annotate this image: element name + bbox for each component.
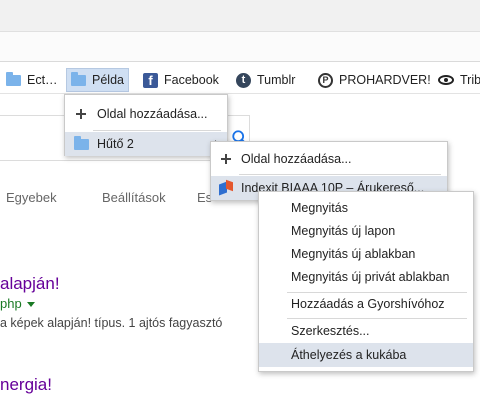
menu-item-add-page[interactable]: Oldal hozzáadása... — [65, 102, 227, 126]
bookmark-trib[interactable]: Trib — [438, 68, 480, 92]
result-title[interactable]: nergia! — [0, 375, 52, 395]
tab-strip — [0, 0, 480, 32]
facebook-icon: f — [143, 72, 158, 88]
menu-item-open-new-tab[interactable]: Megnyitás új lapon — [259, 219, 473, 243]
bookmark-folder-ect[interactable]: Ect… — [6, 68, 58, 92]
bookmark-context-menu: Megnyitás Megnyitás új lapon Megnyitás ú… — [258, 191, 474, 372]
bookmark-label: Facebook — [164, 73, 219, 87]
address-bar-area[interactable] — [0, 32, 480, 62]
menu-item-move-to-trash[interactable]: Áthelyezés a kukába — [259, 343, 473, 367]
bookmark-facebook[interactable]: f Facebook — [143, 68, 219, 92]
bookmark-label: Tumblr — [257, 73, 296, 87]
folder-icon — [73, 135, 89, 150]
bookmark-prohardver[interactable]: P PROHARDVER! — [318, 68, 431, 92]
bookmark-label: PROHARDVER! — [339, 73, 431, 87]
chevron-down-icon[interactable] — [26, 302, 35, 308]
bookmark-folder-pelda[interactable]: Példa — [66, 68, 129, 92]
plus-icon — [76, 109, 86, 119]
result-title[interactable]: alapján! — [0, 274, 60, 294]
bookmark-label: Ect… — [27, 73, 58, 87]
menu-separator — [239, 174, 441, 175]
site-favicon-icon — [219, 181, 233, 195]
result-snippet: a képek alapján! típus. 1 ajtós fagyaszt… — [0, 316, 223, 330]
menu-item-open[interactable]: Megnyitás — [259, 196, 473, 220]
menu-item-huto-2[interactable]: Hűtő 2 — [65, 132, 227, 156]
bookmark-label: Példa — [92, 73, 124, 87]
folder-icon — [71, 71, 86, 86]
tumblr-icon: t — [236, 72, 251, 88]
menu-item-open-new-window[interactable]: Megnyitás új ablakban — [259, 242, 473, 266]
bookmark-label: Trib — [460, 73, 480, 87]
plus-icon — [221, 154, 231, 164]
menu-separator — [93, 130, 221, 131]
tribe-icon — [438, 75, 454, 85]
bookmarks-bar: Ect… Példa f Facebook t Tumblr P PROHARD… — [0, 66, 480, 94]
bookmark-tumblr[interactable]: t Tumblr — [236, 68, 295, 92]
tab-beallitasok[interactable]: Beállítások — [102, 190, 166, 205]
pelda-folder-menu: Oldal hozzáadása... Hűtő 2 — [64, 94, 228, 156]
menu-item-edit[interactable]: Szerkesztés... — [259, 319, 473, 343]
menu-item-add-speed-dial[interactable]: Hozzáadás a Gyorshívóhoz — [259, 292, 473, 316]
result-url[interactable]: php — [0, 296, 35, 311]
menu-item-add-page[interactable]: Oldal hozzáadása... — [211, 147, 447, 171]
folder-icon — [6, 71, 21, 86]
prohardver-icon: P — [318, 72, 333, 88]
menu-item-open-private-window[interactable]: Megnyitás új privát ablakban — [259, 265, 473, 289]
tab-egyebek[interactable]: Egyebek — [6, 190, 57, 205]
